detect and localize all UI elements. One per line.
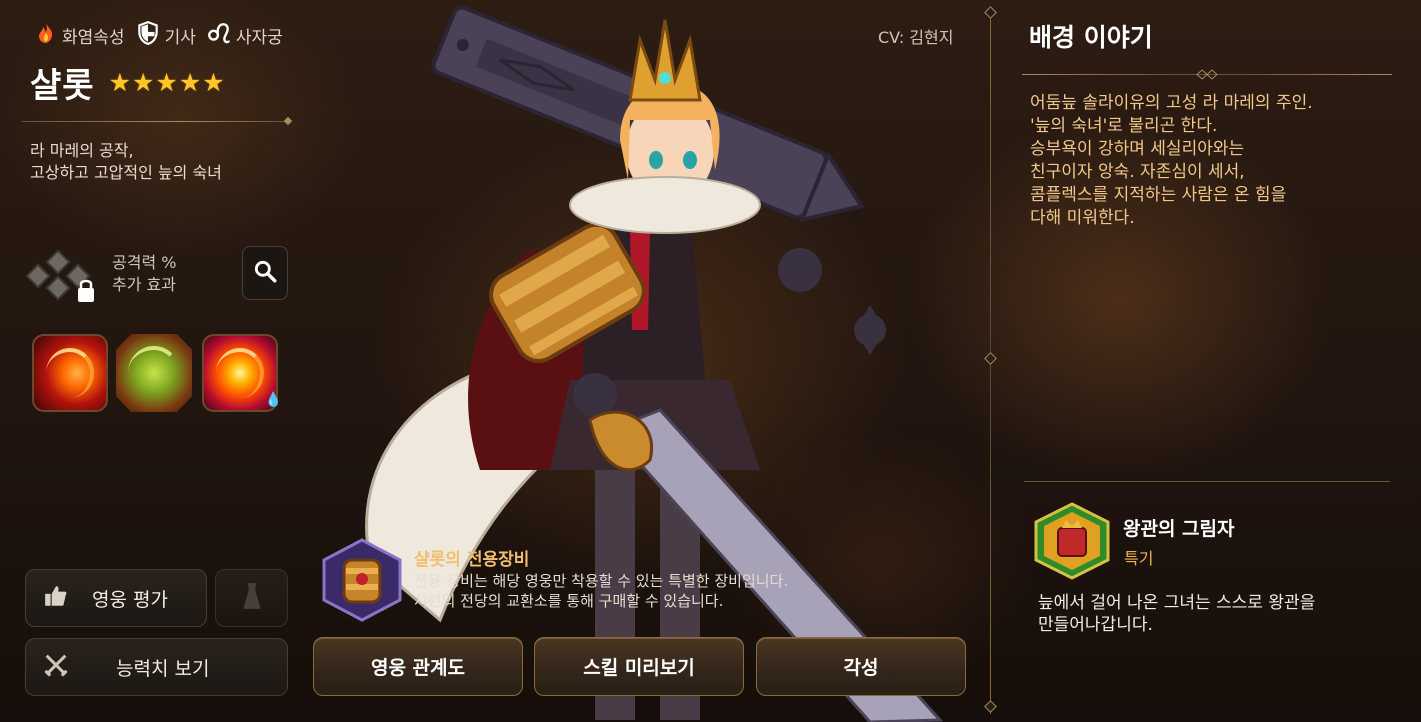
- story-line: 콤플렉스를 지적하는 사람은 온 힘을: [1030, 185, 1287, 205]
- story-line: 승부욕이 강하며 세실리아와는: [1030, 139, 1245, 159]
- skill-vortex-icon: [216, 348, 264, 398]
- search-icon: [252, 258, 278, 288]
- skill-claw-icon: [128, 346, 180, 400]
- star-rating: ★ ★ ★ ★ ★: [109, 68, 225, 97]
- specialty-line: 만들어나갑니다.: [1038, 615, 1153, 635]
- exclusive-equipment-line: 전용 장비는 해당 영웅만 착용할 수 있는 특별한 장비입니다.: [414, 572, 789, 590]
- specialty-name: 왕관의 그림자: [1123, 518, 1235, 540]
- skill-slot-2[interactable]: [116, 334, 192, 412]
- star-icon: ★: [131, 68, 155, 97]
- voice-actor: CV: 김현지: [878, 28, 954, 47]
- specialty-divider: [1024, 481, 1390, 482]
- star-icon: ★: [108, 68, 131, 97]
- rune-effect-line: 추가 효과: [112, 275, 176, 294]
- hero-description-line: 고상하고 고압적인 늪의 숙녀: [30, 163, 222, 182]
- costume-button[interactable]: [215, 569, 288, 627]
- story-line: 다해 미워한다.: [1030, 208, 1135, 228]
- skill-preview-button[interactable]: 스킬 미리보기: [534, 637, 744, 696]
- hero-description-line: 라 마레의 공작,: [30, 141, 134, 160]
- divider-ornament: [984, 6, 997, 19]
- magnify-button[interactable]: [242, 246, 288, 300]
- skill-slot-3[interactable]: 💧: [202, 334, 282, 412]
- awaken-button[interactable]: 각성: [756, 637, 966, 696]
- specialty-description: 늪에서 걸어 나온 그녀는 스스로 왕관을 만들어나갑니다.: [1038, 592, 1315, 636]
- divider: [22, 121, 288, 122]
- specialty-line: 늪에서 걸어 나온 그녀는 스스로 왕관을: [1038, 593, 1316, 613]
- rune-locked-icon[interactable]: [25, 249, 100, 306]
- shield-icon: [135, 20, 161, 51]
- divider-ornament: [984, 700, 997, 713]
- hero-attributes: 화염속성 기사 사자궁: [34, 20, 283, 51]
- fire-icon: [34, 21, 58, 50]
- attribute-class: 기사: [135, 20, 196, 51]
- exclusive-equipment-line: 시련의 전당의 교환소를 통해 구매할 수 있습니다.: [414, 592, 724, 610]
- specialty-type: 특기: [1124, 549, 1154, 568]
- view-stats-button[interactable]: 능력치 보기: [25, 638, 288, 696]
- story-text: 어둠늪 솔라이유의 고성 라 마레의 주인. '늪의 숙녀'로 불리곤 한다. …: [1030, 92, 1313, 230]
- story-divider: [1022, 69, 1392, 80]
- story-line: 어둠늪 솔라이유의 고성 라 마레의 주인.: [1030, 93, 1313, 113]
- attribute-class-label: 기사: [164, 28, 196, 48]
- attribute-element: 화염속성: [34, 21, 125, 50]
- exclusive-equipment-icon[interactable]: [320, 538, 404, 622]
- dress-icon: [239, 581, 265, 616]
- star-icon: ★: [178, 68, 202, 97]
- soul-burn-icon: 💧: [264, 392, 282, 408]
- attribute-zodiac-label: 사자궁: [235, 28, 283, 48]
- skill-slot-1[interactable]: [32, 334, 108, 412]
- star-icon: ★: [202, 68, 225, 97]
- exclusive-equipment-title: 샬롯의 전용장비: [414, 550, 530, 570]
- hero-name: 샬롯: [30, 66, 95, 106]
- story-line: '늪의 숙녀'로 불리곤 한다.: [1030, 116, 1218, 136]
- leo-icon: [206, 20, 232, 51]
- skill-slash-icon: [46, 348, 94, 398]
- divider-ornament: [984, 352, 997, 365]
- hero-evaluation-button[interactable]: 영웅 평가: [25, 569, 207, 627]
- hero-name-row: 샬롯 ★ ★ ★ ★ ★: [30, 58, 225, 107]
- rune-effect-line: 공격력 %: [112, 253, 177, 272]
- exclusive-equipment-description: 전용 장비는 해당 영웅만 착용할 수 있는 특별한 장비입니다. 시련의 전당…: [414, 571, 788, 611]
- view-stats-label: 능력치 보기: [116, 657, 210, 680]
- attribute-zodiac: 사자궁: [206, 20, 283, 51]
- hero-description: 라 마레의 공작, 고상하고 고압적인 늪의 숙녀: [30, 140, 222, 184]
- crossed-swords-icon: [42, 651, 70, 684]
- rune-effect-label: 공격력 % 추가 효과: [112, 252, 176, 296]
- hero-evaluation-label: 영웅 평가: [92, 588, 168, 611]
- hero-relations-button[interactable]: 영웅 관계도: [313, 637, 523, 696]
- attribute-element-label: 화염속성: [62, 28, 125, 48]
- story-title: 배경 이야기: [1029, 23, 1153, 52]
- star-icon: ★: [155, 68, 178, 97]
- hero-portrait: [330, 0, 970, 722]
- story-line: 친구이자 앙숙. 자존심이 세서,: [1030, 162, 1245, 182]
- thumbs-up-icon: [42, 583, 70, 614]
- specialty-icon[interactable]: [1032, 502, 1112, 580]
